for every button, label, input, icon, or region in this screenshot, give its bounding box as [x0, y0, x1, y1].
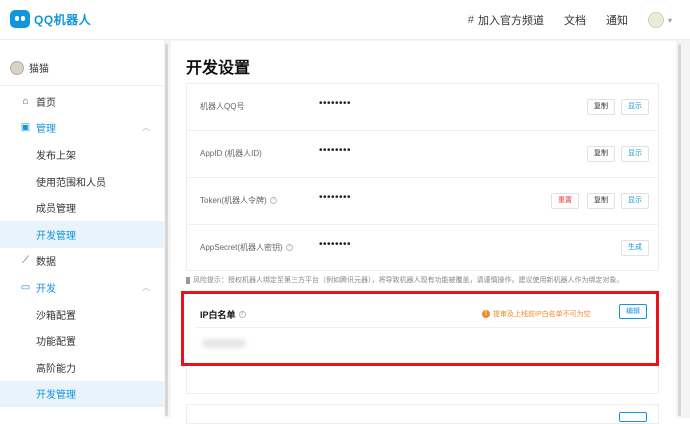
show-button[interactable]: 显示: [621, 99, 649, 115]
ip-whitelist-card: IP白名单 ? ! 提审及上线前IP白名单不可为空 编辑: [181, 291, 659, 366]
sidebar-group-dev[interactable]: ▭ 开发 ︿: [0, 274, 164, 301]
docs-link[interactable]: 文档: [564, 12, 586, 28]
home-icon: ⌂: [22, 95, 29, 107]
help-icon[interactable]: ?: [238, 311, 246, 318]
sidebar-item-dev-manage-1[interactable]: 开发管理: [0, 220, 164, 248]
sidebar-item-label: 开发管理: [36, 390, 76, 402]
ip-address-blurred: [202, 339, 246, 348]
masked-value: ••••••••: [319, 192, 352, 203]
ip-whitelist-warning: ! 提审及上线前IP白名单不可为空: [482, 309, 591, 319]
sidebar: 猫猫 ⌂ 首页 ▣ 管理 ︿ 发布上架 使用范围和人员 成员管理 开发管理 ⟋ …: [0, 40, 164, 418]
credentials-card: 机器人QQ号 •••••••• 复制 显示 AppID (机器人ID) ••••…: [186, 83, 659, 271]
ip-whitelist-warning-text: 提审及上线前IP白名单不可为空: [493, 311, 591, 318]
warning-icon: !: [482, 310, 490, 318]
sidebar-menu: ⌂ 首页 ▣ 管理 ︿ 发布上架 使用范围和人员 成员管理 开发管理 ⟋ 数据 …: [0, 88, 164, 408]
masked-value: ••••••••: [319, 239, 352, 250]
top-bar: QQ机器人 # 加入官方频道 文档 通知 ▾: [0, 0, 690, 40]
manage-icon: ▣: [20, 122, 31, 134]
settings-row-token: Token(机器人令牌) ? •••••••• 重置 复制 显示: [187, 178, 658, 225]
sidebar-item-label: 开发管理: [36, 230, 76, 242]
copy-button[interactable]: 复制: [587, 146, 615, 162]
account-name: 猫猫: [29, 64, 49, 75]
monitor-icon: ▭: [20, 281, 31, 293]
help-icon[interactable]: ?: [269, 197, 277, 204]
sidebar-item-members[interactable]: 成员管理: [0, 194, 164, 221]
hash-icon: #: [467, 14, 474, 26]
sidebar-item-features[interactable]: 功能配置: [0, 327, 164, 354]
top-nav: # 加入官方频道 文档 通知 ▾: [448, 12, 672, 28]
sidebar-item-dev-manage-2[interactable]: 开发管理: [0, 380, 164, 408]
sidebar-item-label: 使用范围和人员: [36, 177, 106, 189]
sidebar-item-label: 成员管理: [36, 204, 76, 216]
sidebar-item-label: 开发: [36, 283, 56, 295]
sidebar-item-scope[interactable]: 使用范围和人员: [0, 168, 164, 195]
settings-row-qq: 机器人QQ号 •••••••• 复制 显示: [187, 84, 658, 131]
help-icon[interactable]: ?: [285, 244, 293, 251]
logo-text: QQ机器人: [34, 12, 92, 27]
chevron-up-icon: ︿: [142, 282, 150, 292]
ip-whitelist-divider: [196, 327, 651, 328]
risk-notice-text: 风险提示：授权机器人绑定至第三方平台（例如腾讯元器），将导致机器人现有功能被覆盖…: [193, 277, 624, 284]
settings-row-appid: AppID (机器人ID) •••••••• 复制 显示: [187, 131, 658, 178]
sidebar-item-label: 沙箱配置: [36, 310, 76, 322]
sidebar-item-data[interactable]: ⟋ 数据: [0, 248, 164, 275]
sidebar-item-label: 首页: [36, 97, 56, 109]
next-card-button[interactable]: [619, 412, 647, 422]
generate-button[interactable]: 生成: [621, 240, 649, 256]
sidebar-item-publish[interactable]: 发布上架: [0, 141, 164, 168]
user-avatar[interactable]: [647, 12, 664, 28]
risk-notice: 风险提示：授权机器人绑定至第三方平台（例如腾讯元器），将导致机器人现有功能被覆盖…: [186, 275, 624, 285]
chart-icon: ⟋: [22, 255, 29, 267]
masked-value: ••••••••: [319, 145, 352, 156]
join-channel-label: 加入官方频道: [477, 15, 544, 27]
sidebar-divider: [0, 85, 164, 86]
sidebar-item-label: 发布上架: [36, 150, 76, 162]
ip-whitelist-title: IP白名单 ?: [200, 308, 246, 321]
row-label-text: AppSecret(机器人密钥): [200, 243, 283, 252]
sidebar-item-label: 高阶能力: [36, 363, 76, 375]
sidebar-item-advanced[interactable]: 高阶能力: [0, 354, 164, 381]
masked-value: ••••••••: [319, 98, 352, 109]
join-channel-link[interactable]: # 加入官方频道: [468, 12, 544, 28]
show-button[interactable]: 显示: [621, 146, 649, 162]
copy-button[interactable]: 复制: [587, 99, 615, 115]
reset-button[interactable]: 重置: [551, 193, 579, 209]
page-title: 开发设置: [186, 60, 251, 77]
qq-robot-logo-icon: [10, 10, 30, 28]
sidebar-item-sandbox[interactable]: 沙箱配置: [0, 301, 164, 328]
sidebar-item-label: 数据: [36, 257, 56, 269]
sidebar-item-label: 管理: [36, 124, 56, 136]
sidebar-item-label: 功能配置: [36, 337, 76, 349]
show-button[interactable]: 显示: [621, 193, 649, 209]
copy-button[interactable]: 复制: [587, 193, 615, 209]
chevron-down-icon[interactable]: ▾: [668, 16, 672, 25]
ip-whitelist-title-text: IP白名单: [200, 310, 236, 320]
ip-whitelist-edit-button[interactable]: 编辑: [619, 304, 647, 319]
sidebar-group-manage[interactable]: ▣ 管理 ︿: [0, 115, 164, 142]
row-label: 机器人QQ号: [200, 102, 245, 111]
notifications-link[interactable]: 通知: [606, 12, 628, 28]
row-label: Token(机器人令牌) ?: [200, 195, 277, 206]
ip-whitelist-card-bottom: [186, 366, 659, 394]
right-scrollbar[interactable]: [678, 44, 681, 416]
sidebar-item-home[interactable]: ⌂ 首页: [0, 88, 164, 115]
left-scrollbar[interactable]: [165, 44, 168, 416]
chevron-up-icon: ︿: [142, 123, 150, 133]
row-label: AppID (机器人ID): [200, 149, 262, 158]
row-label-text: Token(机器人令牌): [200, 196, 267, 205]
row-label: AppSecret(机器人密钥) ?: [200, 242, 293, 253]
account-avatar: [10, 60, 24, 75]
logo[interactable]: QQ机器人: [10, 10, 91, 28]
notice-icon: [186, 276, 190, 284]
settings-row-appsecret: AppSecret(机器人密钥) ? •••••••• 生成: [187, 225, 658, 272]
account-info[interactable]: 猫猫: [10, 60, 49, 75]
next-card: [186, 404, 659, 424]
